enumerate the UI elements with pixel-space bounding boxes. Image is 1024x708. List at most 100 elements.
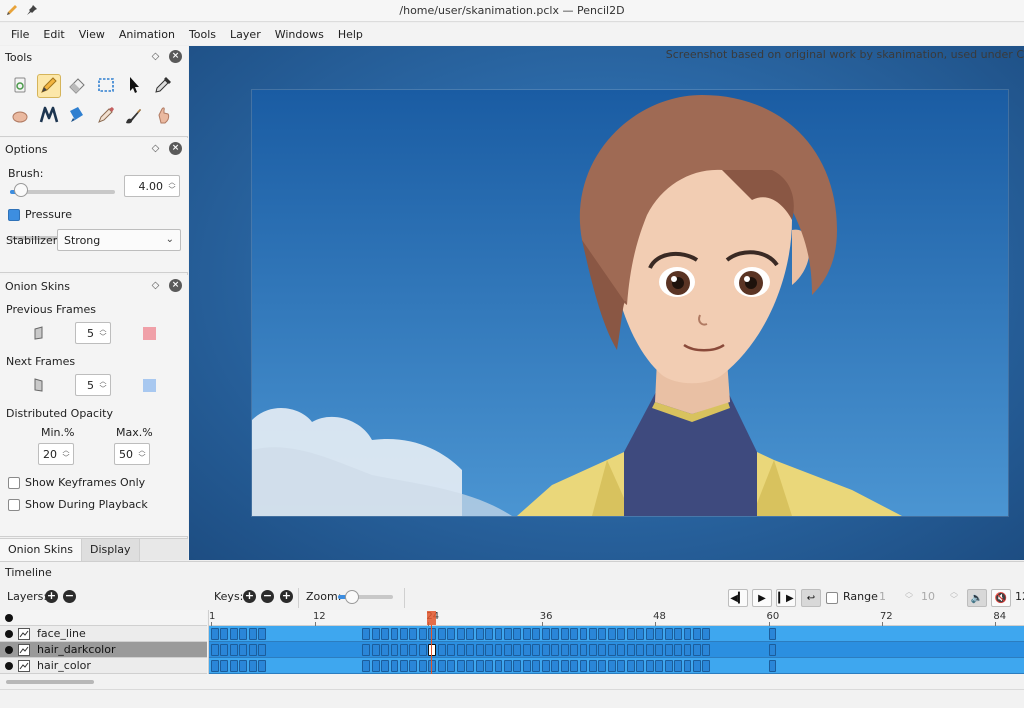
keyframe-cell[interactable] — [607, 628, 616, 640]
during-playback-checkbox[interactable] — [8, 499, 20, 511]
menu-edit[interactable]: Edit — [36, 28, 71, 41]
duplicate-key-button[interactable]: + — [280, 590, 293, 603]
keyframe-cell[interactable] — [485, 628, 493, 640]
keyframe-cell[interactable] — [371, 628, 380, 640]
keyframe-cell[interactable] — [437, 660, 446, 672]
keyframe-cell[interactable] — [532, 660, 541, 672]
tool-select[interactable] — [94, 74, 118, 98]
brush-slider-thumb[interactable] — [13, 183, 28, 197]
keyframe-cell[interactable] — [418, 628, 427, 640]
next-frames-input[interactable]: 5 ︿ ﹀ — [75, 374, 111, 396]
keyframe-cell[interactable] — [400, 628, 408, 640]
keyframe-cell[interactable] — [589, 644, 597, 656]
keyframe-cell[interactable] — [570, 628, 579, 640]
spin-arrows-icon[interactable]: ︿ ﹀ — [950, 588, 958, 604]
spin-arrows-icon[interactable]: ︿ ﹀ — [905, 588, 913, 604]
keyframe-cell[interactable] — [258, 660, 267, 672]
keyframe-cell[interactable] — [475, 660, 484, 672]
keyframe-cell[interactable] — [447, 660, 456, 672]
menu-animation[interactable]: Animation — [112, 28, 182, 41]
keyframe-cell[interactable] — [371, 660, 380, 672]
previous-frames-input[interactable]: 5 ︿ ﹀ — [75, 322, 111, 344]
keyframe-cell[interactable] — [390, 628, 399, 640]
keyframe-cell[interactable] — [570, 660, 579, 672]
keyframe-cell[interactable] — [579, 628, 588, 640]
keyframe-cell[interactable] — [466, 628, 475, 640]
playhead-marker[interactable] — [427, 611, 437, 625]
visibility-icon[interactable] — [5, 630, 13, 638]
keyframe-cell[interactable] — [598, 628, 607, 640]
keyframe-cell[interactable] — [456, 660, 465, 672]
keyframe-cell[interactable] — [381, 628, 390, 640]
keyframe-cell[interactable] — [560, 644, 569, 656]
keyframe-cell[interactable] — [655, 660, 664, 672]
play-button[interactable]: ▶ — [752, 589, 772, 607]
keyframe-cell[interactable] — [692, 628, 701, 640]
keyframe-cell[interactable] — [541, 660, 550, 672]
tool-bucket[interactable] — [65, 104, 89, 128]
playhead[interactable] — [427, 610, 437, 674]
keyframe-cell[interactable] — [532, 644, 541, 656]
keyframe-cell[interactable] — [560, 628, 569, 640]
keyframe-cell[interactable] — [589, 628, 597, 640]
keyframe-cell[interactable] — [522, 660, 531, 672]
add-key-button[interactable]: + — [243, 590, 256, 603]
keyframe-cell[interactable] — [522, 644, 531, 656]
float-icon[interactable]: ◇ — [149, 279, 162, 292]
keyframe-cell[interactable] — [541, 644, 550, 656]
keyframe-cell[interactable] — [579, 660, 588, 672]
keyframe-cell[interactable] — [768, 628, 777, 640]
keyframe-cell[interactable] — [570, 644, 579, 656]
keyframe-cell[interactable] — [702, 644, 711, 656]
horizontal-scrollbar[interactable] — [6, 680, 94, 684]
keyframes-only-checkbox[interactable] — [8, 477, 20, 489]
keyframe-cell[interactable] — [617, 660, 626, 672]
drawing-canvas[interactable]: Screenshot based on original work by ska… — [189, 46, 1024, 560]
tool-pencil[interactable] — [36, 74, 61, 98]
keyframe-cell[interactable] — [645, 644, 654, 656]
keyframe-cell[interactable] — [522, 628, 531, 640]
keyframe-cell[interactable] — [211, 644, 219, 656]
remove-layer-button[interactable]: − — [63, 590, 76, 603]
range-end-value[interactable]: 10 — [921, 590, 935, 603]
tool-smudge[interactable] — [94, 104, 118, 128]
float-icon[interactable]: ◇ — [149, 142, 162, 155]
keyframe-cell[interactable] — [768, 644, 777, 656]
spin-arrows-icon[interactable]: ︿ ﹀ — [98, 377, 108, 393]
fps-value[interactable]: 12 — [1015, 590, 1024, 603]
tool-polyline[interactable] — [37, 104, 61, 128]
next-onion-icon[interactable] — [34, 378, 44, 392]
keyframe-cell[interactable] — [664, 628, 673, 640]
keyframe-cell[interactable] — [248, 644, 257, 656]
keyframe-cell[interactable] — [418, 644, 427, 656]
keyframe-cell[interactable] — [674, 660, 682, 672]
loop-button[interactable]: ↩ — [801, 589, 821, 607]
visibility-all-icon[interactable] — [5, 614, 13, 622]
keyframe-cell[interactable] — [607, 660, 616, 672]
menu-help[interactable]: Help — [331, 28, 370, 41]
layer-row[interactable]: face_line — [0, 626, 207, 642]
keyframe-cell[interactable] — [229, 628, 238, 640]
spin-arrows-icon[interactable]: ︿ ﹀ — [98, 325, 108, 341]
keyframe-cell[interactable] — [409, 628, 418, 640]
keyframe-cell[interactable] — [211, 628, 219, 640]
keyframe-cell[interactable] — [258, 644, 267, 656]
keyframe-cell[interactable] — [494, 660, 503, 672]
keyframe-cell[interactable] — [447, 628, 456, 640]
keyframe-cell[interactable] — [390, 644, 399, 656]
track-hair-darkcolor[interactable] — [209, 642, 1024, 658]
keyframe-cell[interactable] — [607, 644, 616, 656]
keyframe-cell[interactable] — [456, 628, 465, 640]
keyframe-cell[interactable] — [683, 644, 692, 656]
keyframe-cell[interactable] — [551, 644, 560, 656]
keyframe-cell[interactable] — [664, 644, 673, 656]
keyframe-cell[interactable] — [768, 660, 777, 672]
keyframe-cell[interactable] — [683, 660, 692, 672]
keyframe-cell[interactable] — [248, 628, 257, 640]
layer-row-selected[interactable]: hair_darkcolor — [0, 642, 207, 658]
keyframe-cell[interactable] — [579, 644, 588, 656]
keyframe-cell[interactable] — [513, 644, 522, 656]
keyframe-cell[interactable] — [229, 660, 238, 672]
keyframe-cell[interactable] — [645, 628, 654, 640]
min-opacity-input[interactable]: 20 ︿ ﹀ — [38, 443, 74, 465]
